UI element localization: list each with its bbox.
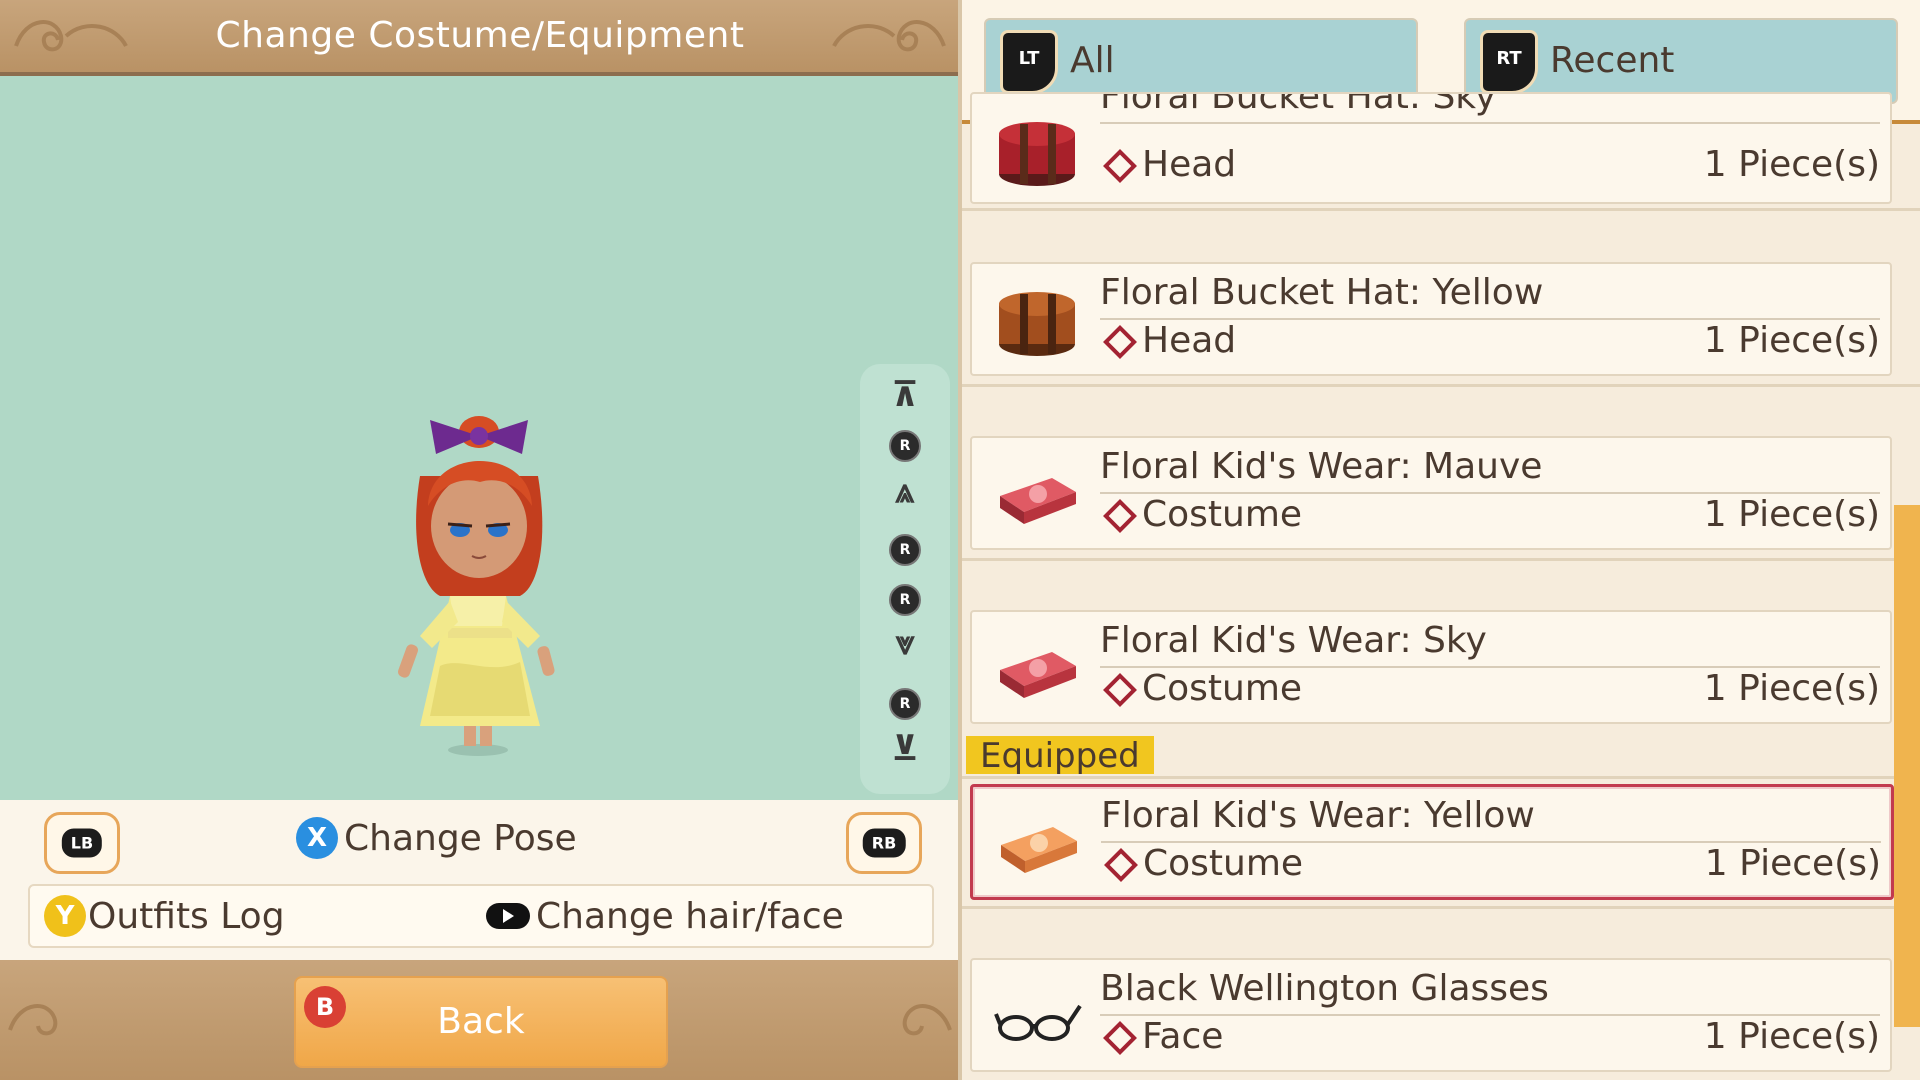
change-pose-button[interactable]: X Change Pose	[296, 816, 577, 859]
item-quantity: 1 Piece(s)	[1703, 320, 1880, 361]
change-pose-label: Change Pose	[344, 817, 577, 859]
list-item-equipped[interactable]: Floral Kid's Wear: Yellow Costume 1 Piec…	[970, 784, 1894, 900]
brown-hatbox-icon	[999, 292, 1075, 356]
x-button-icon: X	[296, 817, 338, 859]
camera-zoom-in-icon[interactable]: ⩓	[860, 474, 950, 508]
page-title: Change Costume/Equipment	[215, 15, 745, 56]
camera-rotate-left-icon[interactable]: R	[860, 534, 950, 566]
character-preview[interactable]: ⊼ R ⩓ R R ⩔ R ⊻	[0, 76, 960, 800]
character-model	[397, 416, 555, 756]
list-separator	[962, 384, 1920, 387]
ornament-bottom-right-icon	[902, 1004, 952, 1036]
list-separator	[962, 558, 1920, 561]
item-name: Floral Kid's Wear: Sky	[1100, 620, 1880, 668]
rb-button[interactable]: RB	[846, 812, 922, 874]
equipment-list-panel: LT All RT Recent Floral Bucket Hat: Sky …	[962, 0, 1920, 1080]
tab-all-label: All	[1070, 40, 1115, 81]
item-quantity: 1 Piece(s)	[1703, 1016, 1880, 1057]
camera-zoom-out-icon[interactable]: ⩔	[860, 626, 950, 660]
list-separator	[962, 906, 1920, 909]
item-slot: Costume	[1100, 494, 1302, 535]
camera-rotate-down-icon[interactable]: R	[860, 688, 950, 720]
list-item[interactable]: Floral Kid's Wear: Mauve Costume 1 Piece…	[970, 436, 1892, 550]
item-name: Floral Kid's Wear: Yellow	[1101, 795, 1881, 843]
change-hair-face-label: Change hair/face	[536, 895, 844, 937]
tab-recent-label: Recent	[1550, 40, 1675, 81]
glasses-icon	[994, 1004, 1082, 1041]
item-slot: Head	[1100, 144, 1236, 185]
diamond-icon	[1103, 499, 1137, 533]
right-stick-icon	[486, 903, 530, 929]
list-item[interactable]: Black Wellington Glasses Face 1 Piece(s)	[970, 958, 1892, 1072]
list-item[interactable]: Floral Bucket Hat: Yellow Head 1 Piece(s…	[970, 262, 1892, 376]
lt-badge-icon: LT	[1000, 30, 1058, 94]
item-name: Black Wellington Glasses	[1100, 968, 1880, 1016]
camera-controls: ⊼ R ⩓ R R ⩔ R ⊻	[860, 364, 950, 794]
orange-clothes-case-icon	[1001, 827, 1077, 873]
back-button[interactable]: B Back	[294, 976, 668, 1068]
options-row: Y Outfits Log Change hair/face	[28, 884, 934, 948]
diamond-icon	[1104, 848, 1138, 882]
camera-rotate-right-icon[interactable]: R	[860, 584, 950, 616]
lb-button[interactable]: LB	[44, 812, 120, 874]
list-item[interactable]: Floral Kid's Wear: Sky Costume 1 Piece(s…	[970, 610, 1892, 724]
item-quantity: 1 Piece(s)	[1703, 144, 1880, 185]
camera-bottom-icon[interactable]: ⊻	[860, 732, 950, 766]
ornament-bottom-left-icon	[8, 1004, 58, 1036]
scrollbar[interactable]	[1894, 505, 1920, 1027]
list-separator	[962, 208, 1920, 211]
camera-top-icon[interactable]: ⊼	[860, 378, 950, 412]
item-name: Floral Kid's Wear: Mauve	[1100, 446, 1880, 494]
diamond-icon	[1103, 1021, 1137, 1055]
red-clothes-case-icon	[1000, 478, 1076, 524]
preview-panel: Change Costume/Equipment ⊼ R ⩓ R R ⩔ R ⊻…	[0, 0, 960, 1080]
item-name: Floral Bucket Hat: Yellow	[1100, 272, 1880, 320]
outfits-log-label: Outfits Log	[88, 895, 285, 937]
item-slot: Head	[1100, 320, 1236, 361]
outfits-log-button[interactable]: Y Outfits Log	[44, 894, 285, 937]
item-slot: Face	[1100, 1016, 1223, 1057]
rt-badge-icon: RT	[1480, 30, 1538, 94]
item-name: Floral Bucket Hat: Sky	[1100, 94, 1880, 124]
change-hair-face-button[interactable]: Change hair/face	[486, 894, 844, 937]
red-clothes-case-icon	[1000, 652, 1076, 698]
item-slot: Costume	[1100, 668, 1302, 709]
item-quantity: 1 Piece(s)	[1704, 843, 1881, 884]
title-bar: Change Costume/Equipment	[0, 0, 960, 76]
diamond-icon	[1103, 149, 1137, 183]
back-label: Back	[437, 1001, 525, 1042]
item-slot: Costume	[1101, 843, 1303, 884]
equipped-tag: Equipped	[966, 736, 1154, 776]
red-hatbox-icon	[999, 122, 1075, 186]
y-button-icon: Y	[44, 895, 86, 937]
item-quantity: 1 Piece(s)	[1703, 494, 1880, 535]
diamond-icon	[1103, 673, 1137, 707]
list-separator	[962, 776, 1920, 779]
camera-rotate-up-icon[interactable]: R	[860, 430, 950, 462]
list-item[interactable]: Floral Bucket Hat: Sky Head 1 Piece(s)	[970, 92, 1892, 204]
item-quantity: 1 Piece(s)	[1703, 668, 1880, 709]
diamond-icon	[1103, 325, 1137, 359]
